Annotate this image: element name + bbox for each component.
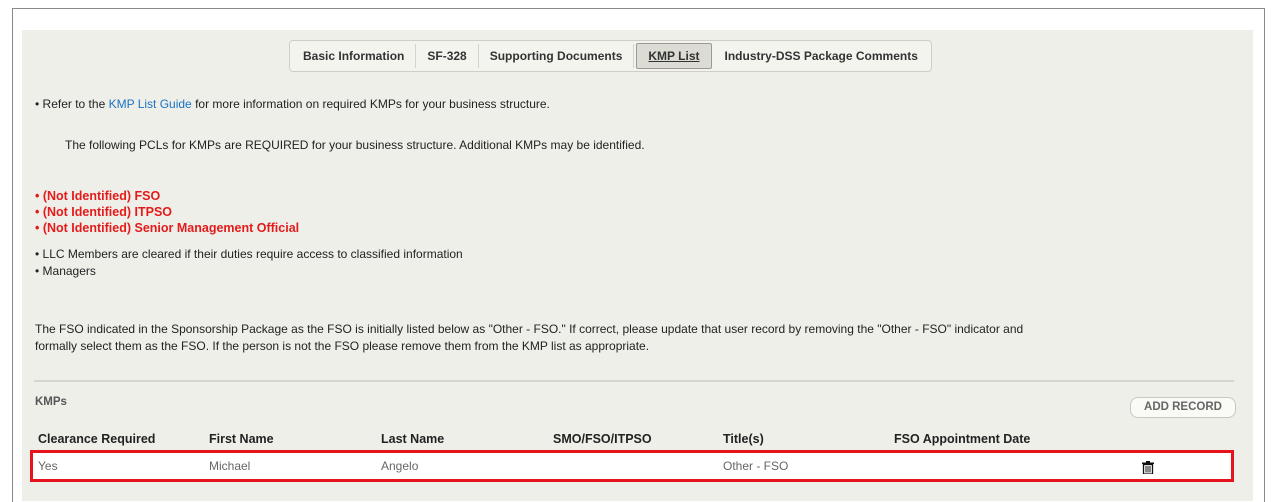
required-item-fso: • (Not Identified) FSO [35,189,161,203]
tab-basic-information[interactable]: Basic Information [292,44,417,68]
trash-icon[interactable] [1142,461,1154,474]
column-header-last-name[interactable]: Last Name [381,432,444,446]
required-item-smo: • (Not Identified) Senior Management Off… [35,221,300,235]
tab-kmp-list[interactable]: KMP List [636,43,712,69]
column-header-titles[interactable]: Title(s) [723,432,764,446]
fso-note-line1: The FSO indicated in the Sponsorship Pac… [35,322,1024,336]
fso-note-line2: formally select them as the FSO. If the … [35,339,650,353]
tab-bar: Basic Information SF-328 Supporting Docu… [289,40,932,72]
required-item-itpso: • (Not Identified) ITPSO [35,205,173,219]
cell-clearance: Yes [38,459,58,473]
add-record-button[interactable]: ADD RECORD [1130,397,1236,418]
column-header-first-name[interactable]: First Name [209,432,274,446]
tab-sf-328[interactable]: SF-328 [416,44,479,68]
kmp-list-guide-link[interactable]: KMP List Guide [109,97,192,111]
guide-line: • Refer to the KMP List Guide for more i… [35,97,550,111]
section-divider [34,380,1234,382]
kmps-section-label: KMPs [35,396,67,408]
column-header-clearance[interactable]: Clearance Required [38,432,155,446]
tab-industry-dss-package-comments[interactable]: Industry-DSS Package Comments [714,44,929,68]
guide-prefix: • Refer to the [35,97,109,111]
cell-last-name: Angelo [381,459,419,473]
guide-suffix: for more information on required KMPs fo… [191,97,550,111]
cell-first-name: Michael [209,459,251,473]
other-item-managers: • Managers [35,264,96,278]
column-header-fso-appointment-date[interactable]: FSO Appointment Date [894,432,1030,446]
column-header-smo-fso-itpso[interactable]: SMO/FSO/ITPSO [553,432,652,446]
required-note: The following PCLs for KMPs are REQUIRED… [65,138,645,152]
other-item-llc: • LLC Members are cleared if their dutie… [35,247,463,261]
tab-supporting-documents[interactable]: Supporting Documents [479,44,635,68]
cell-titles: Other - FSO [723,459,789,473]
